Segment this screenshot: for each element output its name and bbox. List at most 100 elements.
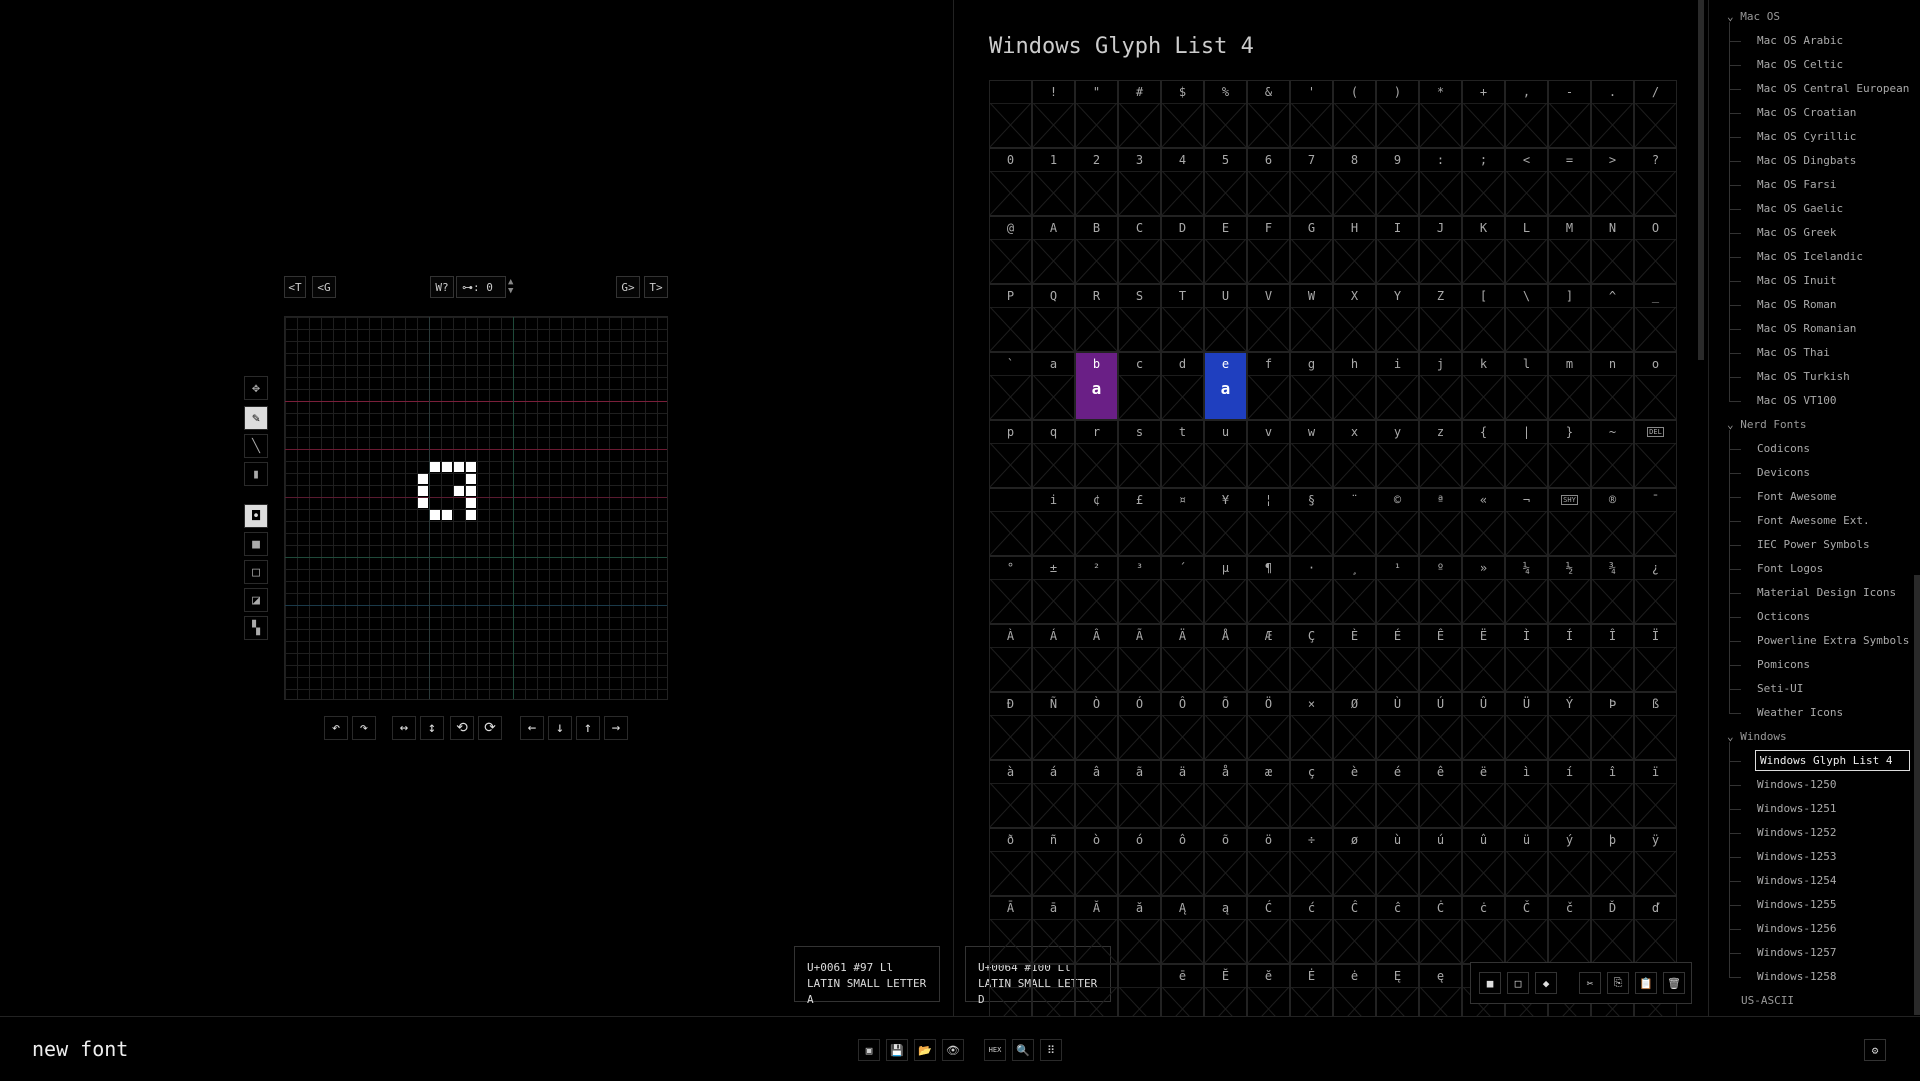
new-font-icon[interactable]: ▣ (858, 1039, 880, 1061)
glyph-cell[interactable]: ³ (1118, 556, 1161, 624)
glyph-cell[interactable]: ¾ (1591, 556, 1634, 624)
glyph-cell[interactable]: ö (1247, 828, 1290, 896)
tree-item[interactable]: Mac OS Celtic (1757, 58, 1843, 71)
glyph-cell[interactable]: ¤ (1161, 488, 1204, 556)
glyph-cell[interactable]: Ë (1462, 624, 1505, 692)
prev-table-button[interactable]: <T (284, 276, 306, 298)
glyph-cell[interactable]: O (1634, 216, 1677, 284)
glyph-cell[interactable]: g (1290, 352, 1333, 420)
glyph-cell[interactable]: ÿ (1634, 828, 1677, 896)
redo-icon[interactable]: ↷ (352, 716, 376, 740)
glyph-cell[interactable]: û (1462, 828, 1505, 896)
glyph-cell[interactable]: n (1591, 352, 1634, 420)
glyph-cell[interactable]: U (1204, 284, 1247, 352)
glyph-cell[interactable]: ï (1634, 760, 1677, 828)
glyph-cell[interactable]: # (1118, 80, 1161, 148)
glyph-cell[interactable]: ´ (1161, 556, 1204, 624)
undo-icon[interactable]: ↶ (324, 716, 348, 740)
glyph-cell[interactable]: q (1032, 420, 1075, 488)
glyph-cell[interactable]: Í (1548, 624, 1591, 692)
glyph-cell[interactable]: 8 (1333, 148, 1376, 216)
checker-mode-icon[interactable]: ▚ (244, 616, 268, 640)
glyph-cell[interactable]: Ā (989, 896, 1032, 964)
prev-glyph-button[interactable]: <G (312, 276, 336, 298)
table-scrollbar[interactable] (1698, 0, 1704, 360)
glyph-cell[interactable]: ô (1161, 828, 1204, 896)
glyph-cell[interactable]: j (1419, 352, 1462, 420)
glyph-cell[interactable]: 6 (1247, 148, 1290, 216)
glyph-cell[interactable]: § (1290, 488, 1333, 556)
glyph-cell[interactable]: Ô (1161, 692, 1204, 760)
pixel-grid[interactable] (284, 316, 668, 700)
outline-mode-icon[interactable]: □ (244, 560, 268, 584)
glyph-cell[interactable]: Ę (1376, 964, 1419, 1016)
glyph-cell[interactable]: Ú (1419, 692, 1462, 760)
offset-stepper-icon[interactable]: ▲ ▼ (508, 278, 513, 296)
glyph-cell[interactable]: K (1462, 216, 1505, 284)
glyph-cell[interactable]: D (1161, 216, 1204, 284)
tree-item[interactable]: Mac OS Gaelic (1757, 202, 1843, 215)
fill-icon[interactable]: ■ (1479, 972, 1501, 994)
tree-item-us-ascii[interactable]: US-ASCII (1741, 994, 1794, 1007)
glyph-cell[interactable] (989, 964, 1032, 1016)
glyph-cell[interactable]: × (1290, 692, 1333, 760)
glyph-cell[interactable]: ċ (1462, 896, 1505, 964)
tree-item[interactable]: Seti-UI (1757, 682, 1803, 695)
glyph-cell[interactable]: â (1075, 760, 1118, 828)
glyph-cell[interactable]: M (1548, 216, 1591, 284)
tree-item[interactable]: Windows-1254 (1757, 874, 1836, 887)
glyph-cell[interactable] (1032, 964, 1075, 1016)
glyph-cell[interactable]: £ (1118, 488, 1161, 556)
sidebar-scrollbar[interactable] (1914, 575, 1920, 1015)
preview-icon[interactable]: 👁 (942, 1039, 964, 1061)
tree-item[interactable]: Mac OS Romanian (1757, 322, 1856, 335)
glyph-cell[interactable]: ą (1204, 896, 1247, 964)
glyph-cell[interactable]: Č (1505, 896, 1548, 964)
glyph-cell[interactable]: } (1548, 420, 1591, 488)
glyph-cell[interactable]: ę (1419, 964, 1462, 1016)
glyph-cell[interactable]: ì (1505, 760, 1548, 828)
shift-left-icon[interactable]: ← (520, 716, 544, 740)
rotate-right-icon[interactable]: ⟳ (478, 716, 502, 740)
zoom-icon[interactable]: 🔍 (1012, 1039, 1034, 1061)
glyph-cell[interactable]: ¢ (1075, 488, 1118, 556)
glyph-cell[interactable]: Ñ (1032, 692, 1075, 760)
glyph-cell[interactable]: å (1204, 760, 1247, 828)
glyph-cell[interactable]: u (1204, 420, 1247, 488)
glyph-cell[interactable]: < (1505, 148, 1548, 216)
glyph-cell[interactable]: H (1333, 216, 1376, 284)
glyph-cell[interactable]: ú (1419, 828, 1462, 896)
glyph-cell[interactable]: 3 (1118, 148, 1161, 216)
glyph-cell[interactable]: * (1419, 80, 1462, 148)
tree-item[interactable]: Mac OS Thai (1757, 346, 1830, 359)
glyph-cell[interactable]: G (1290, 216, 1333, 284)
glyph-cell[interactable]: ¸ (1333, 556, 1376, 624)
glyph-cell[interactable]: X (1333, 284, 1376, 352)
invert-mode-icon[interactable]: ◪ (244, 588, 268, 612)
glyph-cell[interactable]: $ (1161, 80, 1204, 148)
glyph-cell[interactable]: d (1161, 352, 1204, 420)
glyph-cell[interactable]: 4 (1161, 148, 1204, 216)
glyph-cell[interactable]: é (1376, 760, 1419, 828)
glyph-cell[interactable]: Î (1591, 624, 1634, 692)
glyph-cell[interactable]: ć (1290, 896, 1333, 964)
shift-right-icon[interactable]: → (604, 716, 628, 740)
tree-item[interactable]: Windows-1251 (1757, 802, 1836, 815)
glyph-cell[interactable]: Æ (1247, 624, 1290, 692)
glyph-cell[interactable]: l (1505, 352, 1548, 420)
glyph-cell[interactable]: Ì (1505, 624, 1548, 692)
frame-mode-icon[interactable]: ◘ (244, 504, 268, 528)
tree-item[interactable]: Windows-1253 (1757, 850, 1836, 863)
glyph-cell[interactable]: Ü (1505, 692, 1548, 760)
tree-group-mac-os[interactable]: ⌄ Mac OS (1727, 10, 1780, 23)
glyph-cell[interactable]: W (1290, 284, 1333, 352)
tree-item[interactable]: Powerline Extra Symbols (1757, 634, 1909, 647)
glyph-cell[interactable]: ă (1118, 896, 1161, 964)
glyph-cell[interactable]: + (1462, 80, 1505, 148)
glyph-cell[interactable]: à (989, 760, 1032, 828)
glyph-cell[interactable]: ý (1548, 828, 1591, 896)
glyph-cell[interactable]: @ (989, 216, 1032, 284)
tree-item[interactable]: Material Design Icons (1757, 586, 1896, 599)
glyph-cell[interactable]: õ (1204, 828, 1247, 896)
glyph-cell[interactable]: i (1032, 488, 1075, 556)
